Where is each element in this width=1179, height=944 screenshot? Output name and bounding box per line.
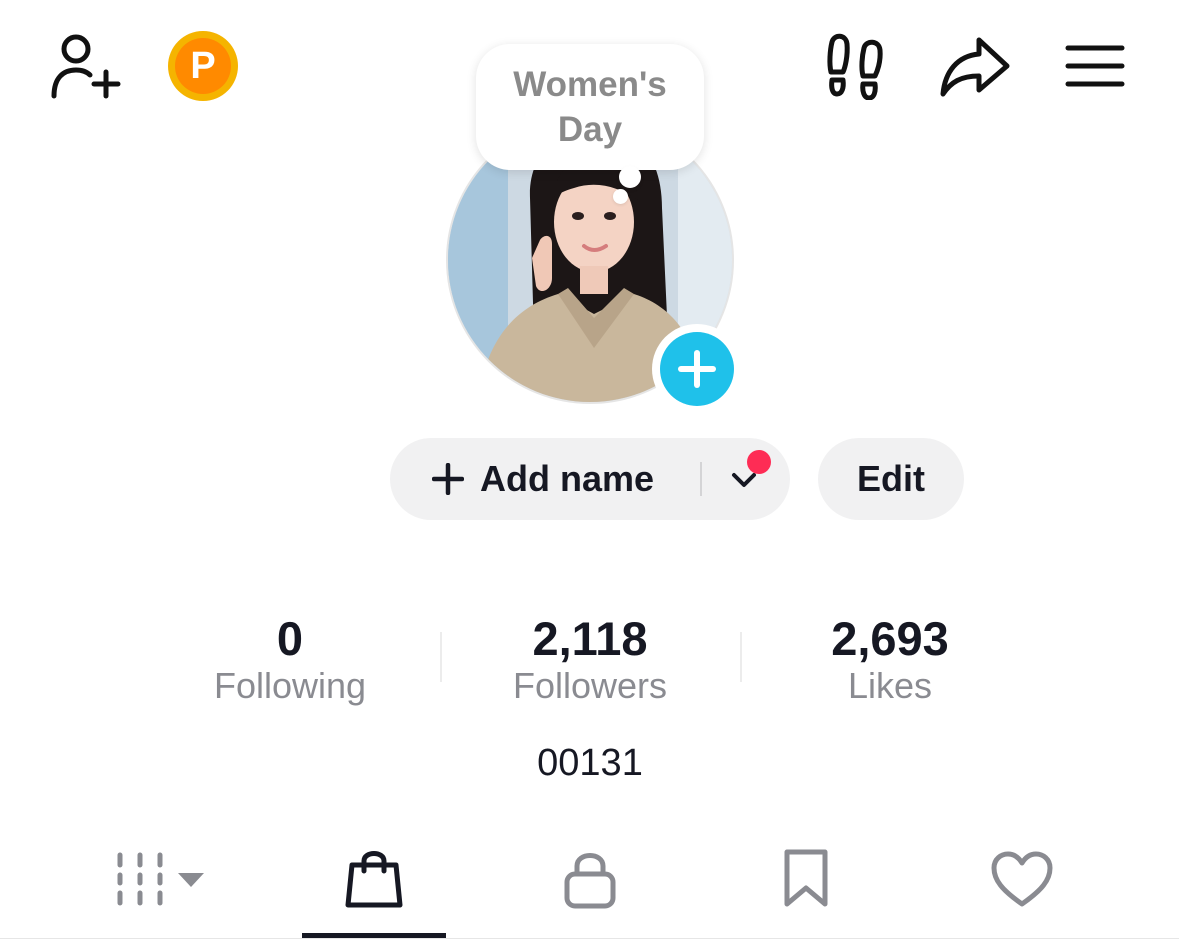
coin-icon: P bbox=[168, 31, 238, 101]
plus-icon bbox=[432, 463, 464, 495]
tabs-divider bbox=[0, 938, 1179, 939]
profile-views-button[interactable] bbox=[820, 30, 892, 102]
followers-count: 2,118 bbox=[532, 612, 648, 665]
tab-saved[interactable] bbox=[734, 820, 878, 938]
tab-shop[interactable] bbox=[302, 820, 446, 938]
tab-private[interactable] bbox=[518, 820, 662, 938]
add-story-button[interactable] bbox=[652, 324, 742, 414]
share-profile-button[interactable] bbox=[936, 30, 1014, 102]
stat-followers[interactable]: 2,118 Followers bbox=[440, 610, 740, 708]
note-text: Women's Day bbox=[513, 65, 667, 149]
chevron-down-icon bbox=[732, 473, 756, 487]
bookmark-icon bbox=[784, 849, 828, 907]
share-icon bbox=[940, 37, 1010, 97]
menu-icon bbox=[1065, 45, 1125, 87]
coin-button[interactable]: P bbox=[166, 30, 240, 102]
shopping-bag-icon bbox=[345, 851, 403, 908]
following-count: 0 bbox=[276, 612, 304, 665]
menu-button[interactable] bbox=[1060, 30, 1130, 102]
note-bubble[interactable]: Women's Day bbox=[476, 44, 704, 170]
note-bubble-tail-small bbox=[613, 189, 628, 204]
stat-following[interactable]: 0 Following bbox=[140, 610, 440, 708]
bio-text[interactable]: 00131 bbox=[440, 742, 740, 785]
profile-tabs bbox=[0, 820, 1179, 944]
plus-icon bbox=[660, 332, 734, 406]
edit-label: Edit bbox=[857, 458, 925, 499]
edit-profile-button[interactable]: Edit bbox=[818, 438, 964, 520]
add-name-label: Add name bbox=[480, 458, 655, 499]
heart-icon bbox=[991, 851, 1053, 907]
tab-videos[interactable] bbox=[90, 820, 230, 938]
stat-likes[interactable]: 2,693 Likes bbox=[740, 610, 1040, 708]
add-friend-icon bbox=[51, 34, 121, 99]
followers-label: Followers bbox=[512, 665, 668, 706]
lock-icon bbox=[564, 853, 616, 909]
notification-dot bbox=[747, 450, 771, 474]
note-bubble-tail bbox=[619, 166, 641, 188]
add-name-button[interactable]: Add name bbox=[390, 438, 654, 520]
following-label: Following bbox=[213, 665, 367, 706]
pill-divider bbox=[700, 462, 702, 496]
likes-label: Likes bbox=[847, 665, 933, 706]
profile-screen: P Women's Day Add name Edit 0 Following … bbox=[0, 0, 1179, 944]
grid-icon bbox=[117, 852, 204, 906]
footprints-icon bbox=[827, 33, 883, 100]
coin-letter: P bbox=[175, 38, 231, 94]
likes-count: 2,693 bbox=[831, 612, 949, 665]
tab-liked[interactable] bbox=[950, 820, 1094, 938]
add-friend-button[interactable] bbox=[44, 30, 124, 102]
